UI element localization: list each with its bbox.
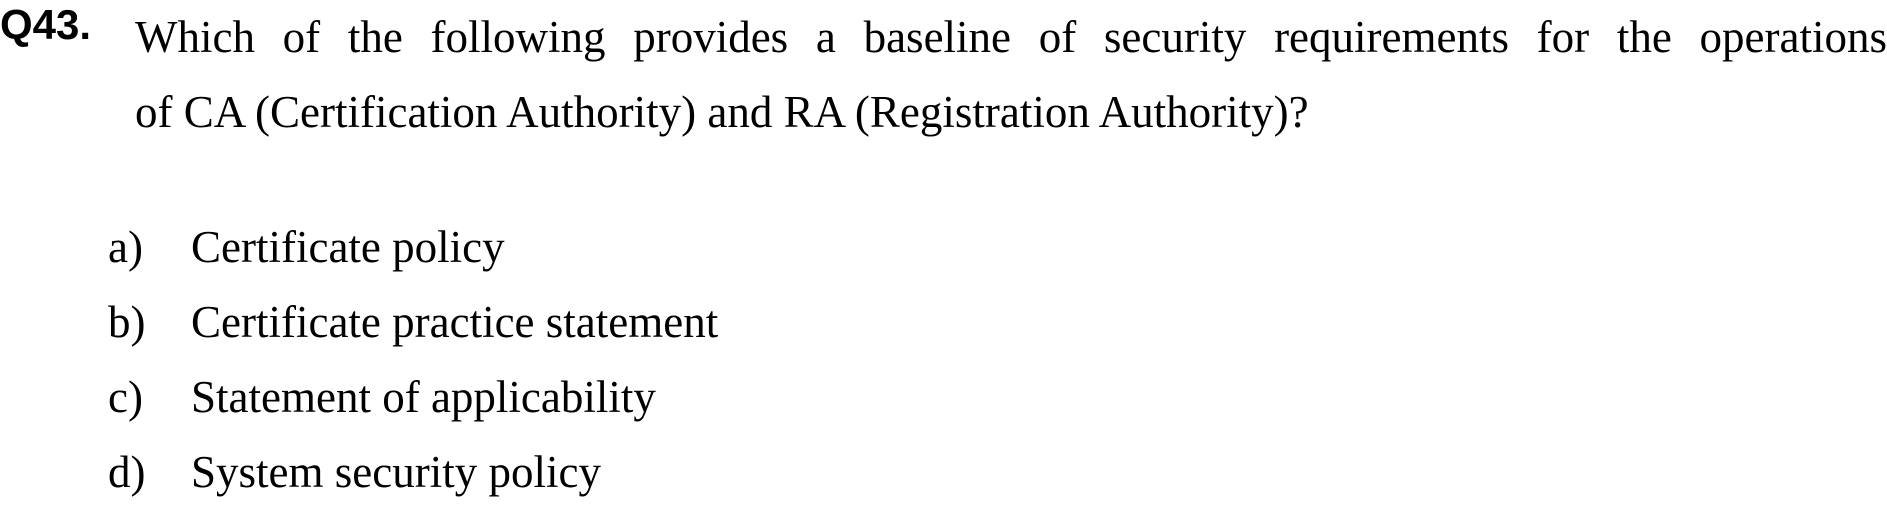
question-line: Which of the following provides a baseli… — [135, 12, 1887, 62]
option-d: d) System security policy — [108, 435, 718, 510]
option-letter: a) — [108, 222, 143, 272]
option-letter: d) — [108, 447, 146, 497]
option-text: Certificate practice statement — [191, 297, 719, 347]
option-text: Certificate policy — [191, 222, 505, 272]
question-text: Which of the following provides a baseli… — [135, 0, 1887, 150]
option-letter: c) — [108, 372, 143, 422]
option-letter: b) — [108, 297, 146, 347]
option-a: a) Certificate policy — [108, 210, 718, 285]
option-text: Statement of applicability — [191, 372, 656, 422]
option-text: System security policy — [191, 447, 601, 497]
option-c: c) Statement of applicability — [108, 360, 718, 435]
option-b: b) Certificate practice statement — [108, 285, 718, 360]
question-number: Q43. — [0, 1, 92, 48]
question-line: of CA (Certification Authority) and RA (… — [135, 87, 1309, 137]
answer-options: a) Certificate policy b) Certificate pra… — [108, 210, 718, 510]
